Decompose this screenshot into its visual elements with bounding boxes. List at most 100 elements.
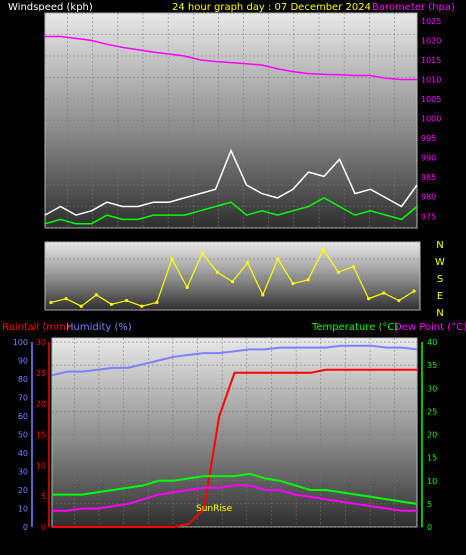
direction-point xyxy=(200,251,204,255)
x-tick-label: 21 xyxy=(364,231,374,240)
x-tick-label: 07 xyxy=(192,532,202,541)
y-tick-label-right: 1005 xyxy=(421,95,441,104)
sunrise-annotation: SunRise xyxy=(196,504,233,514)
direction-point xyxy=(79,304,83,308)
direction-point xyxy=(94,293,98,297)
y-tick-label-left: 0 xyxy=(36,224,41,233)
direction-point xyxy=(382,291,386,295)
barometer-axis-label: Barometer (hpa) xyxy=(372,2,455,13)
y-tick-label-right: 5 xyxy=(427,500,432,509)
direction-point xyxy=(140,304,144,308)
y-tick-label-rainfall: 10 xyxy=(36,461,46,470)
direction-point xyxy=(261,293,265,297)
x-tick-label: 19 xyxy=(340,532,350,541)
direction-point xyxy=(170,257,174,261)
y-tick-label-right: 985 xyxy=(421,173,436,182)
x-tick-label: 23 xyxy=(390,532,400,541)
x-tick-label: 15 xyxy=(291,532,301,541)
humidity-axis-label: Humidity (%) xyxy=(66,322,132,333)
y-tick-label-humidity: 70 xyxy=(18,394,28,403)
direction-point xyxy=(64,297,68,301)
y-tick-label-left: 360 xyxy=(26,238,41,247)
y-tick-label-right: 30 xyxy=(427,384,437,393)
direction-point xyxy=(336,270,340,274)
x-tick-label: 07 xyxy=(188,231,198,240)
direction-point xyxy=(276,257,280,261)
weather-graph: Windspeed (kph) 24 hour graph day : 07 D… xyxy=(2,2,466,541)
x-tick-label: 11 xyxy=(242,532,252,541)
direction-point xyxy=(351,264,356,269)
x-tick-label: 01 xyxy=(113,231,123,240)
y-tick-label-humidity: 60 xyxy=(18,412,28,421)
direction-point xyxy=(321,247,325,252)
temperature-axis-label: Temperature (°C) xyxy=(311,322,398,333)
y-tick-label-left: 270 xyxy=(26,255,41,264)
compass-label: E xyxy=(437,291,443,302)
y-tick-label-humidity: 30 xyxy=(18,468,28,477)
y-tick-label-humidity: 40 xyxy=(18,449,28,458)
direction-point xyxy=(291,281,295,286)
y-tick-label-right: 0 xyxy=(427,523,432,532)
y-tick-label-rainfall: 15 xyxy=(36,431,46,440)
dewpoint-axis-label: Dew Point (°C) xyxy=(394,322,466,333)
y-tick-label-right: 990 xyxy=(421,154,436,163)
x-tick-label: 15 xyxy=(289,231,299,240)
direction-point xyxy=(125,298,129,303)
y-tick-label-right: 975 xyxy=(421,212,436,221)
y-tick-label-rainfall: 5 xyxy=(41,492,46,501)
y-tick-label-humidity: 50 xyxy=(18,431,28,440)
direction-point xyxy=(306,278,310,282)
x-tick-label: 05 xyxy=(163,231,173,240)
y-tick-label-left: 50 xyxy=(31,9,41,18)
y-tick-label-right: 35 xyxy=(427,361,437,370)
direction-point xyxy=(155,300,159,305)
y-tick-label-humidity: 0 xyxy=(23,523,28,532)
y-tick-label-left: 180 xyxy=(26,272,41,281)
direction-point xyxy=(49,300,53,305)
y-tick-label-left: 45 xyxy=(31,31,41,40)
rainfall-axis-label: Rainfall (mm) xyxy=(2,322,70,333)
direction-point xyxy=(230,280,235,284)
direction-point xyxy=(412,289,416,293)
direction-point xyxy=(109,302,114,306)
direction-point xyxy=(246,261,250,265)
x-tick-label: 19 xyxy=(339,231,349,240)
y-tick-label-humidity: 100 xyxy=(13,338,28,347)
x-tick-label: 17 xyxy=(316,532,326,541)
y-tick-label-right: 1010 xyxy=(421,75,441,84)
x-tick-label: 23 xyxy=(94,532,104,541)
x-tick-label: 03 xyxy=(143,532,153,541)
x-tick-label: 17 xyxy=(314,231,324,240)
y-tick-label-left: 20 xyxy=(31,138,41,147)
y-tick-label-humidity: 20 xyxy=(18,486,28,495)
y-tick-label-right: 15 xyxy=(427,454,437,463)
y-tick-label-right: 20 xyxy=(427,431,437,440)
y-tick-label-right: 40 xyxy=(427,338,437,347)
x-tick-label: 05 xyxy=(168,532,178,541)
y-tick-label-right: 980 xyxy=(421,193,436,202)
x-tick-label: 21 xyxy=(365,532,375,541)
y-tick-label-left: 10 xyxy=(31,181,41,190)
windspeed-axis-label: Windspeed (kph) xyxy=(8,2,93,13)
x-tick-label: 21 xyxy=(69,532,79,541)
y-tick-label-right: 1015 xyxy=(421,56,441,65)
y-tick-label-right: 1025 xyxy=(421,17,441,26)
direction-point xyxy=(185,285,189,289)
x-tick-label: 03 xyxy=(138,231,148,240)
y-tick-label-humidity: 10 xyxy=(18,505,28,514)
graph-title: 24 hour graph day : 07 December 2024 xyxy=(172,2,371,13)
y-tick-label-right: 25 xyxy=(427,407,437,416)
direction-point xyxy=(215,270,219,274)
y-tick-label-right: 1000 xyxy=(421,115,441,124)
y-tick-label-right: 10 xyxy=(427,477,437,486)
x-tick-label: 09 xyxy=(217,532,227,541)
x-tick-label: 21 xyxy=(62,231,72,240)
y-tick-label-left: 0 xyxy=(36,306,41,315)
y-tick-label-rainfall: 0 xyxy=(41,523,46,532)
x-tick-label: 23 xyxy=(88,231,98,240)
y-tick-label-left: 5 xyxy=(36,203,41,212)
compass-label: N xyxy=(436,240,443,251)
y-tick-label-right: 995 xyxy=(421,134,436,143)
y-tick-label-left: 35 xyxy=(31,74,41,83)
y-tick-label-rainfall: 20 xyxy=(36,400,46,409)
